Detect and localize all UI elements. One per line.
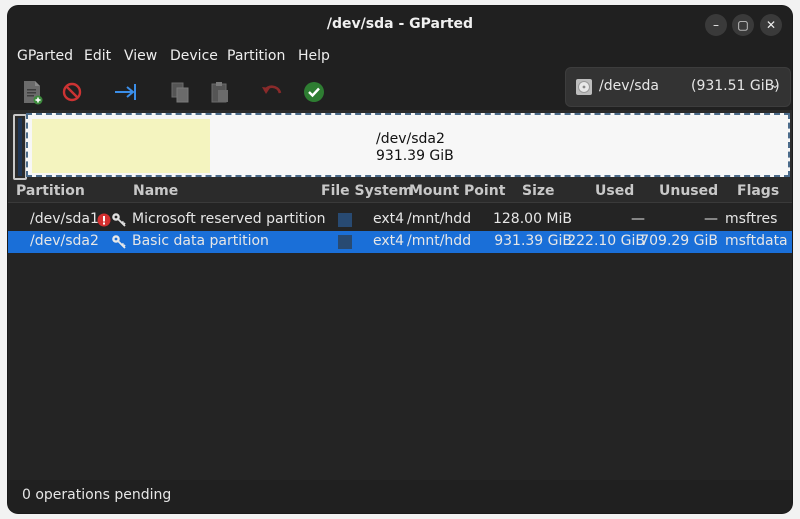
delete-icon xyxy=(62,82,82,102)
column-header-partition[interactable]: Partition xyxy=(16,183,85,199)
column-header-name[interactable]: Name xyxy=(133,183,178,199)
used-cell: — xyxy=(631,211,645,227)
new-partition-icon xyxy=(24,81,43,105)
flags-cell: msftdata xyxy=(725,233,788,249)
partition-table: Partition Name File System Mount Point S… xyxy=(8,180,792,480)
device-selector[interactable]: /dev/sda (931.51 GiB) ⌄ xyxy=(565,67,791,107)
partition-cell: /dev/sda1 xyxy=(30,211,99,227)
device-name: /dev/sda xyxy=(599,78,659,94)
column-header-file-system[interactable]: File System xyxy=(321,183,413,199)
menu-view[interactable]: View xyxy=(124,48,157,64)
file-system-cell: ext4 xyxy=(373,233,405,249)
menu-gparted[interactable]: GParted xyxy=(17,48,73,64)
undo-icon xyxy=(262,85,282,94)
minimize-button[interactable]: – xyxy=(705,14,727,36)
new-partition-button[interactable] xyxy=(18,78,46,106)
paste-icon xyxy=(211,82,228,103)
copy-button[interactable] xyxy=(166,78,194,106)
column-header-unused[interactable]: Unused xyxy=(659,183,718,199)
chevron-down-icon: ⌄ xyxy=(770,77,781,91)
column-header-used[interactable]: Used xyxy=(595,183,634,199)
gparted-window: /dev/sda - GParted – ▢ ✕ GParted Edit Vi… xyxy=(8,6,792,513)
copy-icon xyxy=(171,82,189,103)
table-row-selected[interactable]: /dev/sda2 Basic data partition ext4 /mnt… xyxy=(8,231,792,253)
mount-point-cell: /mnt/hdd xyxy=(407,211,472,227)
size-cell: 128.00 MiB xyxy=(492,211,572,227)
key-icon xyxy=(112,213,126,227)
mount-point-cell: /mnt/hdd xyxy=(407,233,472,249)
title-bar: /dev/sda - GParted – ▢ ✕ xyxy=(8,6,792,44)
file-system-cell: ext4 xyxy=(373,211,405,227)
window-title: /dev/sda - GParted xyxy=(326,16,474,32)
file-system-color-swatch xyxy=(338,235,352,249)
partition-map-sda1[interactable] xyxy=(13,114,27,180)
column-header-flags[interactable]: Flags xyxy=(737,183,779,199)
undo-button[interactable] xyxy=(258,78,286,106)
table-row[interactable]: /dev/sda1 Microsoft reserved partition e… xyxy=(8,209,792,231)
paste-button[interactable] xyxy=(206,78,234,106)
unused-cell: — xyxy=(704,211,718,227)
partition-map-label: /dev/sda2 931.39 GiB xyxy=(376,131,454,165)
hard-disk-icon xyxy=(576,79,592,95)
file-system-color-swatch xyxy=(338,213,352,227)
column-header-mount-point[interactable]: Mount Point xyxy=(409,183,505,199)
partition-cell: /dev/sda2 xyxy=(30,233,99,249)
device-size: (931.51 GiB) xyxy=(691,78,780,94)
delete-button[interactable] xyxy=(58,78,86,106)
apply-button[interactable] xyxy=(300,78,328,106)
sda1-fill xyxy=(18,118,22,176)
apply-icon xyxy=(304,82,324,102)
name-cell: Basic data partition xyxy=(132,233,269,249)
resize-move-button[interactable] xyxy=(112,78,140,106)
key-icon xyxy=(112,235,126,249)
warning-icon xyxy=(97,213,111,227)
size-cell: 931.39 GiB xyxy=(494,233,572,249)
close-button[interactable]: ✕ xyxy=(760,14,782,36)
flags-cell: msftres xyxy=(725,211,778,227)
partition-map: /dev/sda2 931.39 GiB xyxy=(8,110,792,180)
menu-device[interactable]: Device xyxy=(170,48,218,64)
status-bar: 0 operations pending xyxy=(8,480,792,513)
maximize-button[interactable]: ▢ xyxy=(732,14,754,36)
menu-help[interactable]: Help xyxy=(298,48,330,64)
partition-map-name: /dev/sda2 xyxy=(376,131,445,147)
resize-move-icon xyxy=(115,84,136,100)
used-space-bar xyxy=(32,119,210,173)
unused-cell: 709.29 GiB xyxy=(640,233,718,249)
menu-edit[interactable]: Edit xyxy=(84,48,111,64)
operations-pending-status: 0 operations pending xyxy=(22,487,172,503)
partition-map-size: 931.39 GiB xyxy=(376,148,454,164)
table-header: Partition Name File System Mount Point S… xyxy=(8,180,792,203)
column-header-size[interactable]: Size xyxy=(522,183,555,199)
partition-map-sda2[interactable]: /dev/sda2 931.39 GiB xyxy=(26,113,790,177)
name-cell: Microsoft reserved partition xyxy=(132,211,326,227)
used-cell: 222.10 GiB xyxy=(567,233,645,249)
menu-partition[interactable]: Partition xyxy=(227,48,285,64)
